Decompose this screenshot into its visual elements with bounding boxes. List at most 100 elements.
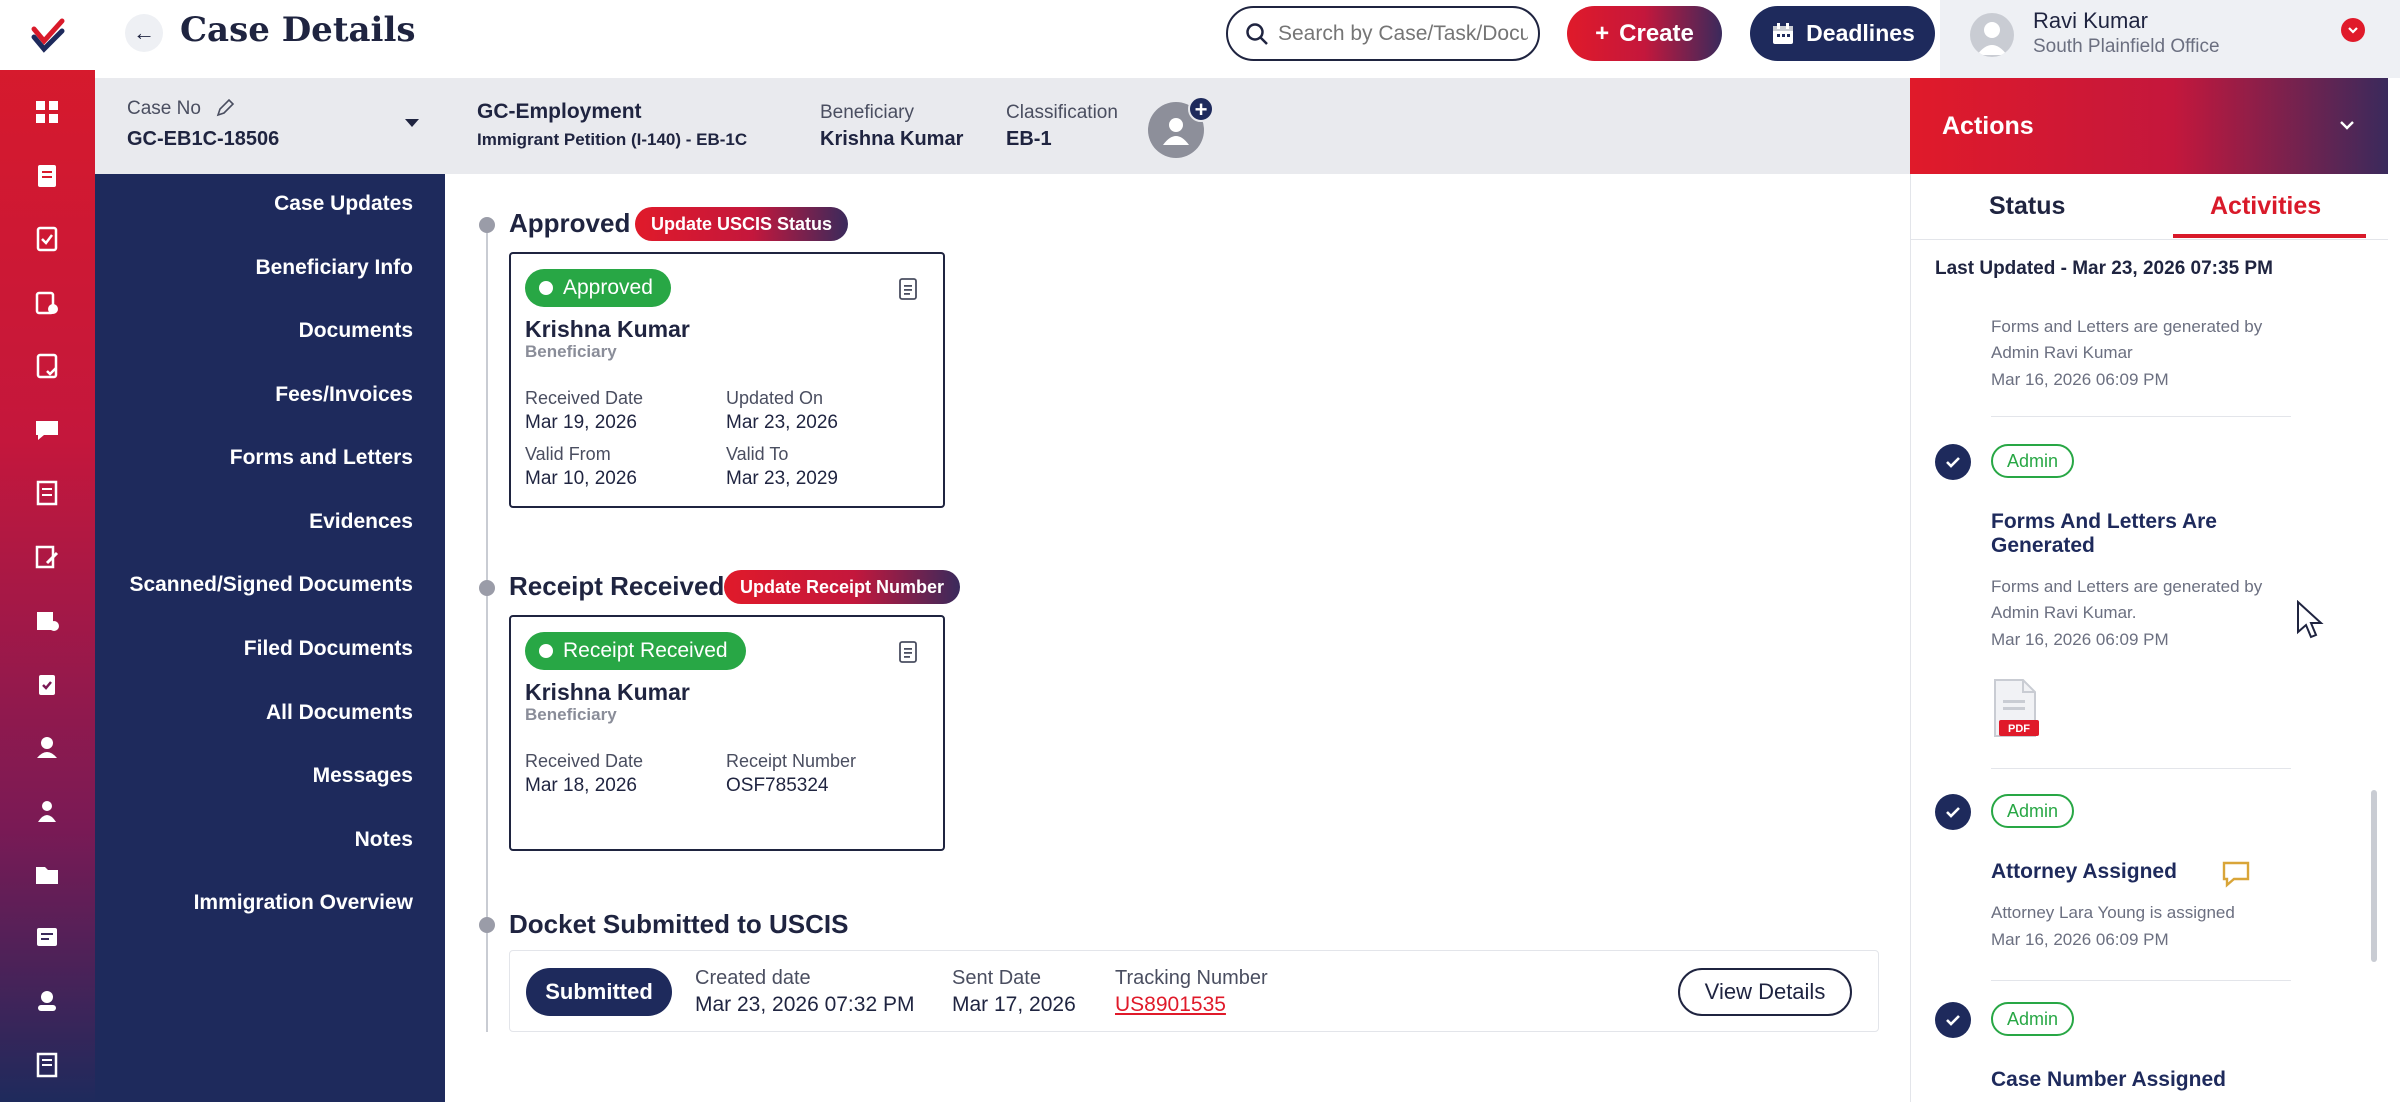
sidebar-item-filed-documents[interactable]: Filed Documents [244, 637, 413, 661]
valid-to-label: Valid To [726, 444, 789, 464]
beneficiary-name: Krishna Kumar [820, 128, 964, 150]
updated-on-label: Updated On [726, 388, 824, 408]
tracking-number-link[interactable]: US8901535 [1115, 993, 1226, 1017]
sidebar-item-case-updates[interactable]: Case Updates [274, 192, 413, 216]
tab-activities[interactable]: Activities [2210, 192, 2321, 221]
last-updated: Last Updated - Mar 23, 2026 07:35 PM [1935, 258, 2273, 279]
plus-icon: + [1595, 19, 1610, 47]
case-selector[interactable]: Case No GC-EB1C-18506 [95, 78, 445, 174]
dashboard-icon[interactable] [31, 96, 63, 128]
sidebar-item-messages[interactable]: Messages [313, 764, 413, 788]
user-name: Ravi Kumar [2033, 8, 2148, 33]
pdf-file-label: PDF [2008, 723, 2030, 735]
clients-icon[interactable] [31, 604, 63, 636]
check-circle-icon [1935, 794, 1971, 830]
app-rail [0, 0, 95, 1102]
tasks-icon[interactable] [31, 223, 63, 255]
actions-title: Actions [1942, 112, 2034, 140]
sidebar-item-all-documents[interactable]: All Documents [266, 701, 413, 725]
divider [1991, 768, 2291, 769]
activity-text: Admin Ravi Kumar [1991, 343, 2133, 362]
search-input[interactable] [1278, 21, 1528, 46]
created-date-label: Created date [695, 967, 811, 989]
forms-icon[interactable] [31, 287, 63, 319]
user-menu[interactable]: Ravi Kumar South Plainfield Office [1940, 0, 2400, 78]
pdf-file-icon[interactable]: PDF [1991, 678, 2041, 738]
folder-icon[interactable] [31, 858, 63, 890]
receipt-title: Receipt Received [509, 571, 725, 601]
activity-title: Generated [1991, 534, 2095, 557]
status-badge: Receipt Received [525, 632, 746, 670]
activity-date: Mar 16, 2026 06:09 PM [1991, 630, 2169, 649]
received-date-value: Mar 18, 2026 [525, 775, 637, 796]
divider [1991, 416, 2291, 417]
deadlines-button[interactable]: Deadlines [1750, 6, 1935, 61]
app-logo[interactable] [0, 0, 95, 70]
case-number: GC-EB1C-18506 [127, 128, 280, 150]
users-icon[interactable] [31, 795, 63, 827]
actions-tabs: Status Activities [1911, 174, 2388, 240]
sidebar-item-forms-letters[interactable]: Forms and Letters [230, 446, 413, 470]
checklist-icon[interactable] [31, 350, 63, 382]
receipt-number-label: Receipt Number [726, 751, 857, 771]
book-icon[interactable] [31, 1049, 63, 1081]
create-button[interactable]: + Create [1567, 6, 1722, 61]
status-dot-icon [539, 281, 553, 295]
timeline-line [486, 224, 488, 1032]
updated-on-value: Mar 23, 2026 [726, 412, 838, 433]
assign-user-button[interactable]: + [1148, 96, 1214, 158]
document-icon[interactable] [895, 276, 921, 302]
contacts-icon[interactable] [31, 985, 63, 1017]
chevron-down-icon[interactable] [2336, 114, 2358, 136]
sent-date-value: Mar 17, 2026 [952, 993, 1076, 1016]
notes-icon[interactable] [31, 477, 63, 509]
update-receipt-number-button[interactable]: Update Receipt Number [724, 570, 961, 604]
caret-down-icon[interactable] [403, 114, 421, 132]
clipboard-icon[interactable] [31, 668, 63, 700]
user-icon[interactable] [31, 731, 63, 763]
edit-icon[interactable] [31, 541, 63, 573]
cases-icon[interactable] [31, 160, 63, 192]
case-side-menu: Case Updates Beneficiary Info Documents … [95, 174, 445, 1102]
submitted-badge: Submitted [526, 968, 672, 1016]
messages-icon[interactable] [31, 922, 63, 954]
view-details-button[interactable]: View Details [1678, 968, 1852, 1016]
search-box[interactable] [1226, 6, 1540, 61]
search-icon [1246, 22, 1268, 45]
chat-icon[interactable] [31, 414, 63, 446]
role-tag: Admin [1991, 444, 2075, 478]
person-icon [1163, 118, 1189, 145]
valid-from-label: Valid From [525, 444, 611, 464]
plus-icon: + [1188, 96, 1214, 122]
received-date-label: Received Date [525, 388, 644, 408]
actions-header[interactable]: Actions [1910, 78, 2388, 174]
sidebar-item-documents[interactable]: Documents [299, 319, 413, 343]
timeline-dot [479, 580, 495, 596]
sidebar-item-evidences[interactable]: Evidences [309, 510, 413, 534]
sidebar-item-immigration-overview[interactable]: Immigration Overview [194, 891, 413, 915]
active-tab-indicator [2173, 234, 2366, 238]
check-circle-icon [1935, 444, 1971, 480]
tab-status[interactable]: Status [1989, 192, 2065, 221]
timeline-dot [479, 217, 495, 233]
case-no-label: Case No [127, 98, 201, 119]
sidebar-item-scanned-signed[interactable]: Scanned/Signed Documents [129, 573, 413, 597]
divider [1991, 980, 2291, 981]
pencil-icon[interactable] [215, 98, 235, 118]
case-header: Case No GC-EB1C-18506 GC-Employment Immi… [95, 78, 1910, 174]
back-arrow-icon[interactable]: ← [125, 14, 163, 52]
document-icon[interactable] [895, 639, 921, 665]
activity-title: Attorney Assigned [1991, 860, 2177, 883]
mouse-cursor-icon [2297, 600, 2324, 639]
comment-icon[interactable] [2221, 860, 2251, 888]
sidebar-item-fees-invoices[interactable]: Fees/Invoices [275, 383, 413, 407]
update-uscis-status-button[interactable]: Update USCIS Status [635, 207, 849, 241]
sidebar-item-notes[interactable]: Notes [355, 828, 413, 852]
avatar [1970, 13, 2014, 57]
status-badge-label: Approved [563, 276, 653, 299]
sidebar-item-beneficiary-info[interactable]: Beneficiary Info [255, 256, 413, 280]
activities-scrollbar[interactable] [2371, 790, 2377, 962]
status-badge: Approved [525, 269, 671, 307]
chevron-down-icon[interactable] [2341, 18, 2365, 42]
deadlines-label: Deadlines [1806, 20, 1915, 46]
